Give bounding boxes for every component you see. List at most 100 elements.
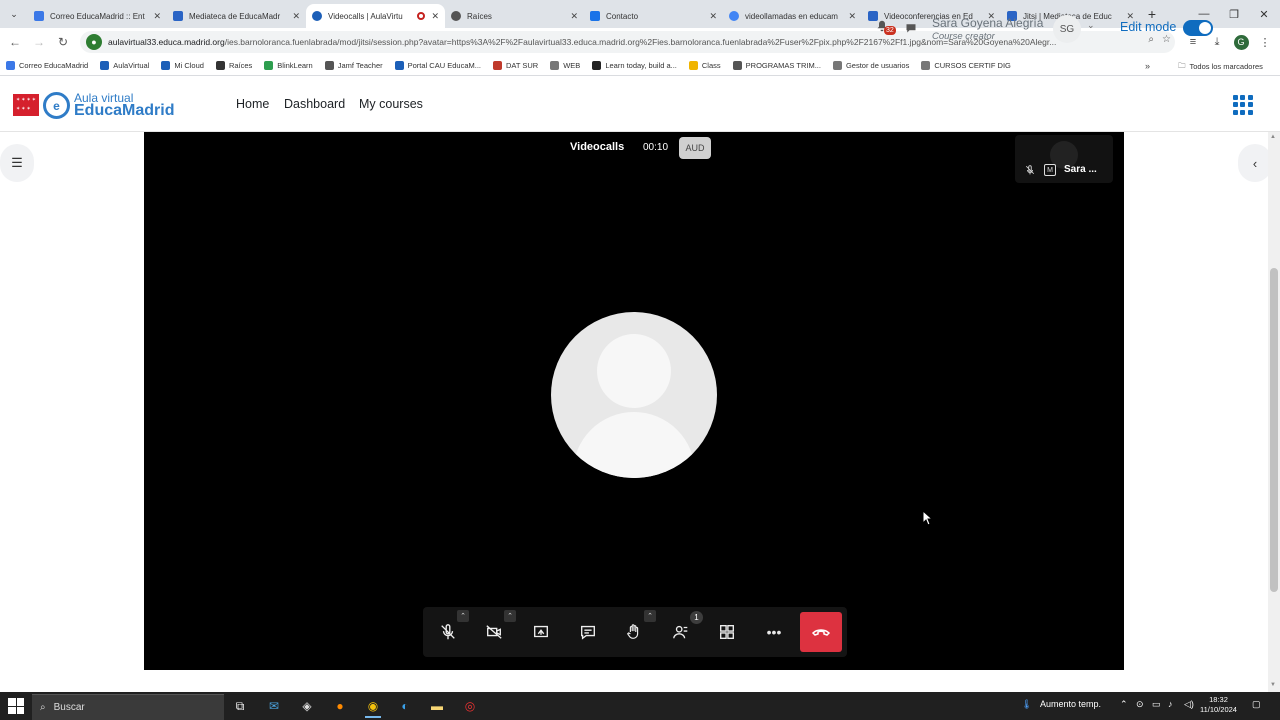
screen-share-icon[interactable] bbox=[528, 619, 554, 645]
user-role: Course creator bbox=[932, 31, 995, 42]
nav-my-courses[interactable]: My courses bbox=[359, 97, 423, 111]
nav-home[interactable]: Home bbox=[236, 97, 269, 111]
participants-icon[interactable] bbox=[668, 619, 694, 645]
nav-dashboard[interactable]: Dashboard bbox=[284, 97, 345, 111]
bookmark-item[interactable]: Gestor de usuarios bbox=[832, 61, 909, 70]
network-icon[interactable]: ▭ bbox=[1152, 699, 1161, 710]
microphone-tray-icon[interactable]: ♪ bbox=[1168, 699, 1173, 709]
bookmark-item[interactable]: Mi Cloud bbox=[161, 61, 204, 70]
thermometer-icon[interactable]: 🌡 bbox=[1021, 699, 1032, 710]
folder-icon: 🗀 bbox=[1178, 60, 1186, 70]
bookmark-item[interactable]: Jamf Teacher bbox=[324, 61, 383, 70]
reload-icon[interactable]: ↻ bbox=[51, 30, 75, 54]
tile-view-icon[interactable] bbox=[714, 619, 740, 645]
weather-text[interactable]: Aumento temp. bbox=[1040, 699, 1101, 709]
volume-icon[interactable]: ◁) bbox=[1184, 699, 1194, 710]
taskbar-search[interactable]: ⌕ Buscar bbox=[32, 694, 224, 720]
bookmark-item[interactable]: CURSOS CERTIF DIG bbox=[921, 61, 1011, 70]
bookmark-label: DAT SUR bbox=[505, 61, 539, 70]
bookmark-favicon-icon bbox=[732, 61, 742, 70]
scrollbar-thumb[interactable] bbox=[1270, 268, 1278, 592]
edit-mode-toggle[interactable] bbox=[1183, 20, 1213, 36]
browser-tab[interactable]: videollamadas en educam ✕ bbox=[723, 4, 862, 28]
close-icon[interactable]: ✕ bbox=[153, 11, 161, 22]
windows-start-icon[interactable] bbox=[8, 698, 24, 714]
bookmark-favicon-icon bbox=[264, 61, 274, 70]
browser-tab[interactable]: Raíces ✕ bbox=[445, 4, 584, 28]
microphone-muted-icon[interactable] bbox=[435, 619, 461, 645]
mail-app-icon[interactable]: ✉ bbox=[264, 697, 284, 715]
tab-search-icon[interactable]: ⌄ bbox=[0, 0, 28, 28]
firefox-icon[interactable]: ● bbox=[330, 697, 350, 715]
bookmark-favicon-icon bbox=[161, 61, 171, 70]
camera-options-chevron-icon[interactable]: ⌃ bbox=[504, 610, 516, 622]
bookmark-item[interactable]: BlinkLearn bbox=[264, 61, 313, 70]
scroll-up-icon[interactable]: ▲ bbox=[1270, 134, 1276, 140]
recording-icon bbox=[417, 12, 426, 20]
window-close-button[interactable]: ✕ bbox=[1244, 0, 1280, 28]
madrid-flag-logo[interactable]: ✶ ✶ ✶ ✶ ✶ ✶ ✶ bbox=[13, 94, 39, 116]
bookmark-item[interactable]: Class bbox=[688, 61, 721, 70]
notifications-center-icon[interactable]: ▢ bbox=[1252, 699, 1261, 710]
reactions-chevron-icon[interactable]: ⌃ bbox=[644, 610, 656, 622]
right-drawer-toggle-icon[interactable]: ‹ bbox=[1238, 144, 1272, 182]
browser-tab-active[interactable]: Videocalls | AulaVirtu ✕ bbox=[306, 4, 445, 28]
bookmark-favicon-icon bbox=[921, 61, 931, 70]
file-explorer-icon[interactable]: ▬ bbox=[427, 697, 447, 715]
bookmark-item[interactable]: AulaVirtual bbox=[100, 61, 149, 70]
close-icon[interactable]: ✕ bbox=[848, 11, 856, 22]
chrome-icon[interactable]: ◉ bbox=[363, 697, 383, 718]
app-icon[interactable]: ◈ bbox=[297, 697, 317, 715]
zoom-icon[interactable]: ⌕ bbox=[1148, 34, 1154, 45]
educamadrid-logo-icon[interactable]: e bbox=[43, 92, 70, 119]
messages-icon[interactable] bbox=[905, 22, 917, 37]
tray-app-icon[interactable]: ⊙ bbox=[1136, 699, 1144, 710]
leave-meeting-button[interactable] bbox=[800, 612, 842, 652]
user-avatar[interactable]: SG bbox=[1053, 15, 1081, 43]
chat-icon[interactable] bbox=[575, 619, 601, 645]
browser-tab[interactable]: Contacto ✕ bbox=[584, 4, 723, 28]
address-bar[interactable]: ● aulavirtual33.educa.madrid.org/ies.bar… bbox=[80, 31, 1175, 53]
bookmark-star-icon[interactable]: ☆ bbox=[1162, 34, 1171, 45]
close-icon[interactable]: ✕ bbox=[431, 11, 439, 22]
bookmarks-overflow-chevron-icon[interactable]: » bbox=[1145, 56, 1150, 76]
tab-title: Correo EducaMadrid :: Ent bbox=[50, 11, 145, 21]
audio-only-badge[interactable]: AUD bbox=[679, 137, 711, 159]
app-icon[interactable]: ◎ bbox=[460, 697, 480, 715]
browser-tab[interactable]: Correo EducaMadrid :: Ent ✕ bbox=[28, 4, 167, 28]
profile-avatar[interactable]: G bbox=[1233, 34, 1249, 50]
close-icon[interactable]: ✕ bbox=[570, 11, 578, 22]
more-options-icon[interactable]: ••• bbox=[761, 619, 787, 645]
apps-grid-icon[interactable] bbox=[1233, 95, 1253, 115]
course-index-toggle-icon[interactable]: ☰ bbox=[0, 144, 34, 182]
download-icon[interactable]: ⤓ bbox=[1207, 32, 1227, 52]
browser-menu-icon[interactable]: ⋮ bbox=[1255, 32, 1275, 52]
bookmark-item[interactable]: PROGRAMAS TRIM... bbox=[732, 61, 821, 70]
mouse-cursor-icon bbox=[922, 510, 932, 526]
edge-icon[interactable]: ◐ bbox=[395, 697, 415, 715]
bookmark-item[interactable]: Raíces bbox=[215, 61, 252, 70]
bookmark-label: BlinkLearn bbox=[277, 61, 313, 70]
logo-title[interactable]: EducaMadrid bbox=[74, 102, 174, 120]
taskbar-clock[interactable]: 18:32 11/10/2024 bbox=[1200, 695, 1237, 715]
task-view-icon[interactable]: ⧉ bbox=[230, 697, 250, 715]
mic-in-use-icon[interactable]: ● bbox=[86, 34, 102, 50]
bookmark-item[interactable]: WEB bbox=[550, 61, 580, 70]
back-icon[interactable]: ← bbox=[3, 30, 27, 54]
mic-options-chevron-icon[interactable]: ⌃ bbox=[457, 610, 469, 622]
bookmark-label: Portal CAU EducaM... bbox=[407, 61, 481, 70]
bookmark-item[interactable]: Correo EducaMadrid bbox=[6, 61, 88, 70]
bookmark-item[interactable]: DAT SUR bbox=[492, 61, 539, 70]
close-icon[interactable]: ✕ bbox=[709, 11, 717, 22]
camera-off-icon[interactable] bbox=[481, 619, 507, 645]
bookmark-item[interactable]: Portal CAU EducaM... bbox=[394, 61, 481, 70]
bookmark-item[interactable]: Learn today, build a... bbox=[592, 61, 677, 70]
close-icon[interactable]: ✕ bbox=[292, 11, 300, 22]
raise-hand-icon[interactable] bbox=[621, 619, 647, 645]
browser-tab[interactable]: Mediateca de EducaMadr ✕ bbox=[167, 4, 306, 28]
user-menu-chevron-icon[interactable]: ⌄ bbox=[1087, 20, 1095, 31]
tray-chevron-icon[interactable]: ⌃ bbox=[1120, 699, 1128, 710]
forward-icon[interactable]: → bbox=[27, 30, 51, 54]
scroll-down-icon[interactable]: ▼ bbox=[1270, 682, 1276, 688]
all-bookmarks-folder[interactable]: 🗀 Todos los marcadores bbox=[1178, 56, 1263, 76]
